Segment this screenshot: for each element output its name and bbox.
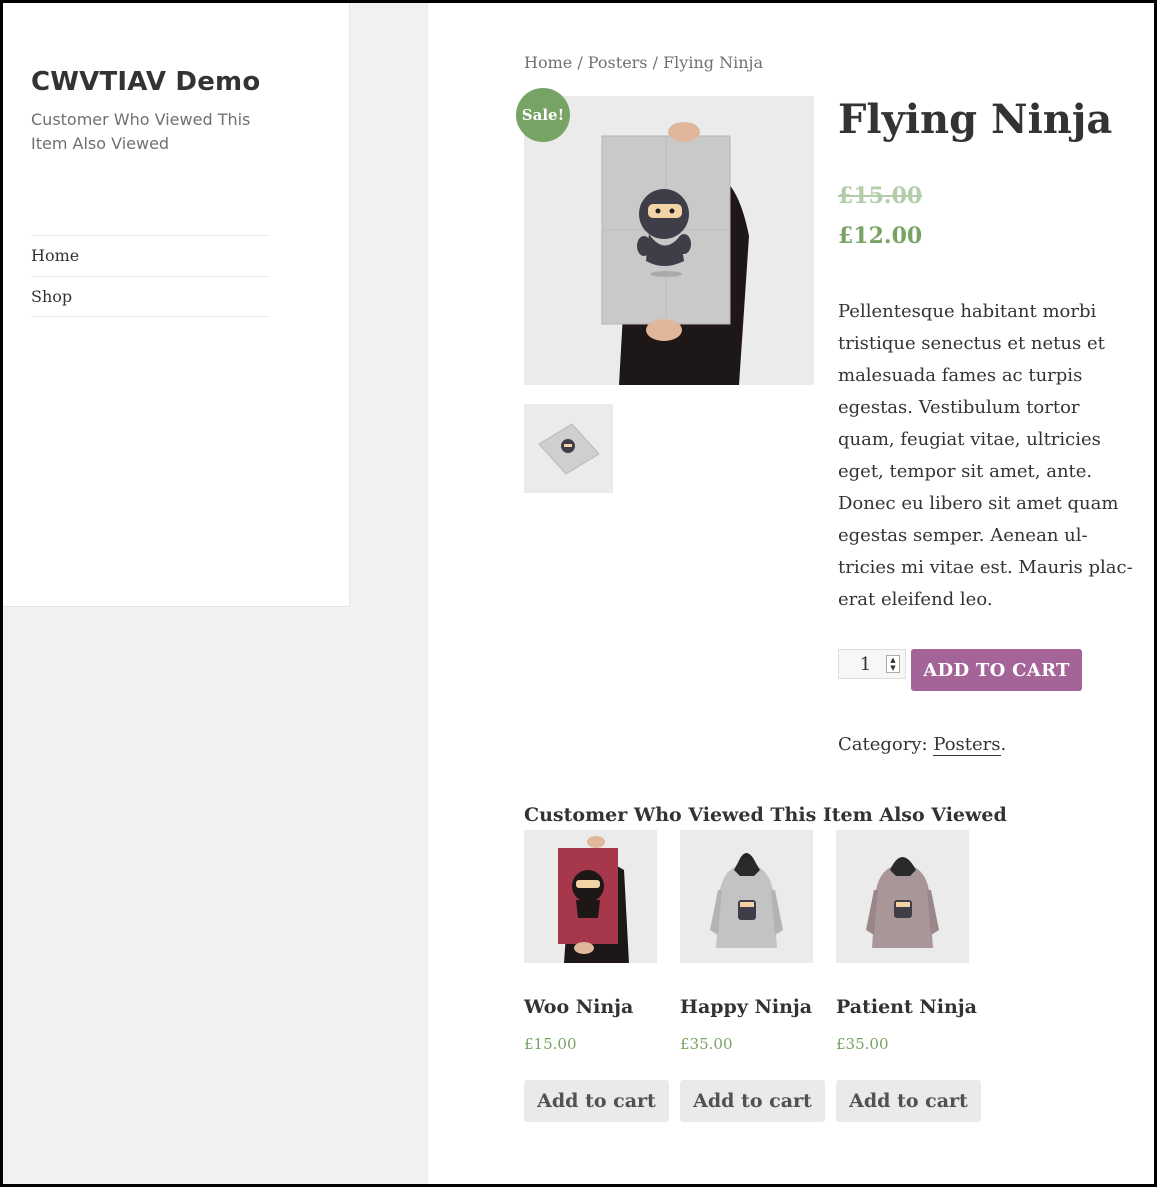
add-to-cart-button[interactable]: ADD TO CART: [911, 649, 1082, 691]
related-add-to-cart-button[interactable]: Add to cart: [836, 1080, 981, 1122]
related-item-name[interactable]: Patient Ninja: [836, 996, 982, 1018]
regular-price: £15.00: [838, 183, 923, 209]
quantity-value[interactable]: 1: [839, 654, 886, 675]
category-suffix: .: [1000, 734, 1007, 755]
related-item-name[interactable]: Woo Ninja: [524, 996, 670, 1018]
product-title: Flying Ninja: [838, 96, 1113, 143]
menu-item-home[interactable]: Home: [31, 235, 269, 276]
product-category: Category: Posters.: [838, 734, 1007, 756]
spinner-arrows-icon[interactable]: ▲ ▼: [886, 655, 900, 673]
related-add-to-cart-button[interactable]: Add to cart: [680, 1080, 825, 1122]
category-label: Category:: [838, 734, 934, 755]
sale-price: £12.00: [838, 223, 923, 249]
related-item: Woo Ninja £15.00 Add to cart: [524, 830, 670, 1122]
page-frame: CWVTIAV Demo Customer Who Viewed This It…: [3, 3, 1154, 1184]
sale-badge: Sale!: [516, 88, 570, 142]
related-add-to-cart-button[interactable]: Add to cart: [524, 1080, 669, 1122]
breadcrumb-separator: /: [572, 53, 588, 72]
site-title[interactable]: CWVTIAV Demo: [31, 67, 260, 97]
breadcrumb-current: Flying Ninja: [663, 53, 764, 72]
quantity-stepper[interactable]: 1 ▲ ▼: [838, 649, 906, 679]
related-item-price: £35.00: [680, 1035, 733, 1053]
related-item: Patient Ninja £35.00 Add to cart: [836, 830, 982, 1122]
related-item-image[interactable]: [680, 830, 813, 963]
product-description: Pellentesque habitant morbi tristique se…: [838, 301, 1133, 610]
related-item-image[interactable]: [836, 830, 969, 963]
site-description: Customer Who Viewed This Item Also Viewe…: [31, 110, 251, 153]
related-item-price: £35.00: [836, 1035, 889, 1053]
category-link[interactable]: Posters: [933, 734, 1001, 756]
breadcrumb: Home / Posters / Flying Ninja: [524, 53, 763, 72]
breadcrumb-home[interactable]: Home: [524, 53, 572, 72]
main-menu: Home Shop: [31, 235, 269, 317]
breadcrumb-category[interactable]: Posters: [588, 53, 648, 72]
related-item-image[interactable]: [524, 830, 657, 963]
related-item: Happy Ninja £35.00 Add to cart: [680, 830, 826, 1122]
sidebar: CWVTIAV Demo Customer Who Viewed This It…: [3, 3, 350, 607]
main-content: Home / Posters / Flying Ninja Sale! Flyi…: [427, 3, 1154, 1184]
product-thumbnail[interactable]: [524, 404, 613, 493]
related-item-name[interactable]: Happy Ninja: [680, 996, 826, 1018]
breadcrumb-separator: /: [647, 53, 664, 72]
related-heading: Customer Who Viewed This Item Also Viewe…: [524, 804, 1007, 826]
product-main-image[interactable]: [524, 96, 814, 385]
related-item-price: £15.00: [524, 1035, 577, 1053]
menu-item-shop[interactable]: Shop: [31, 276, 269, 317]
